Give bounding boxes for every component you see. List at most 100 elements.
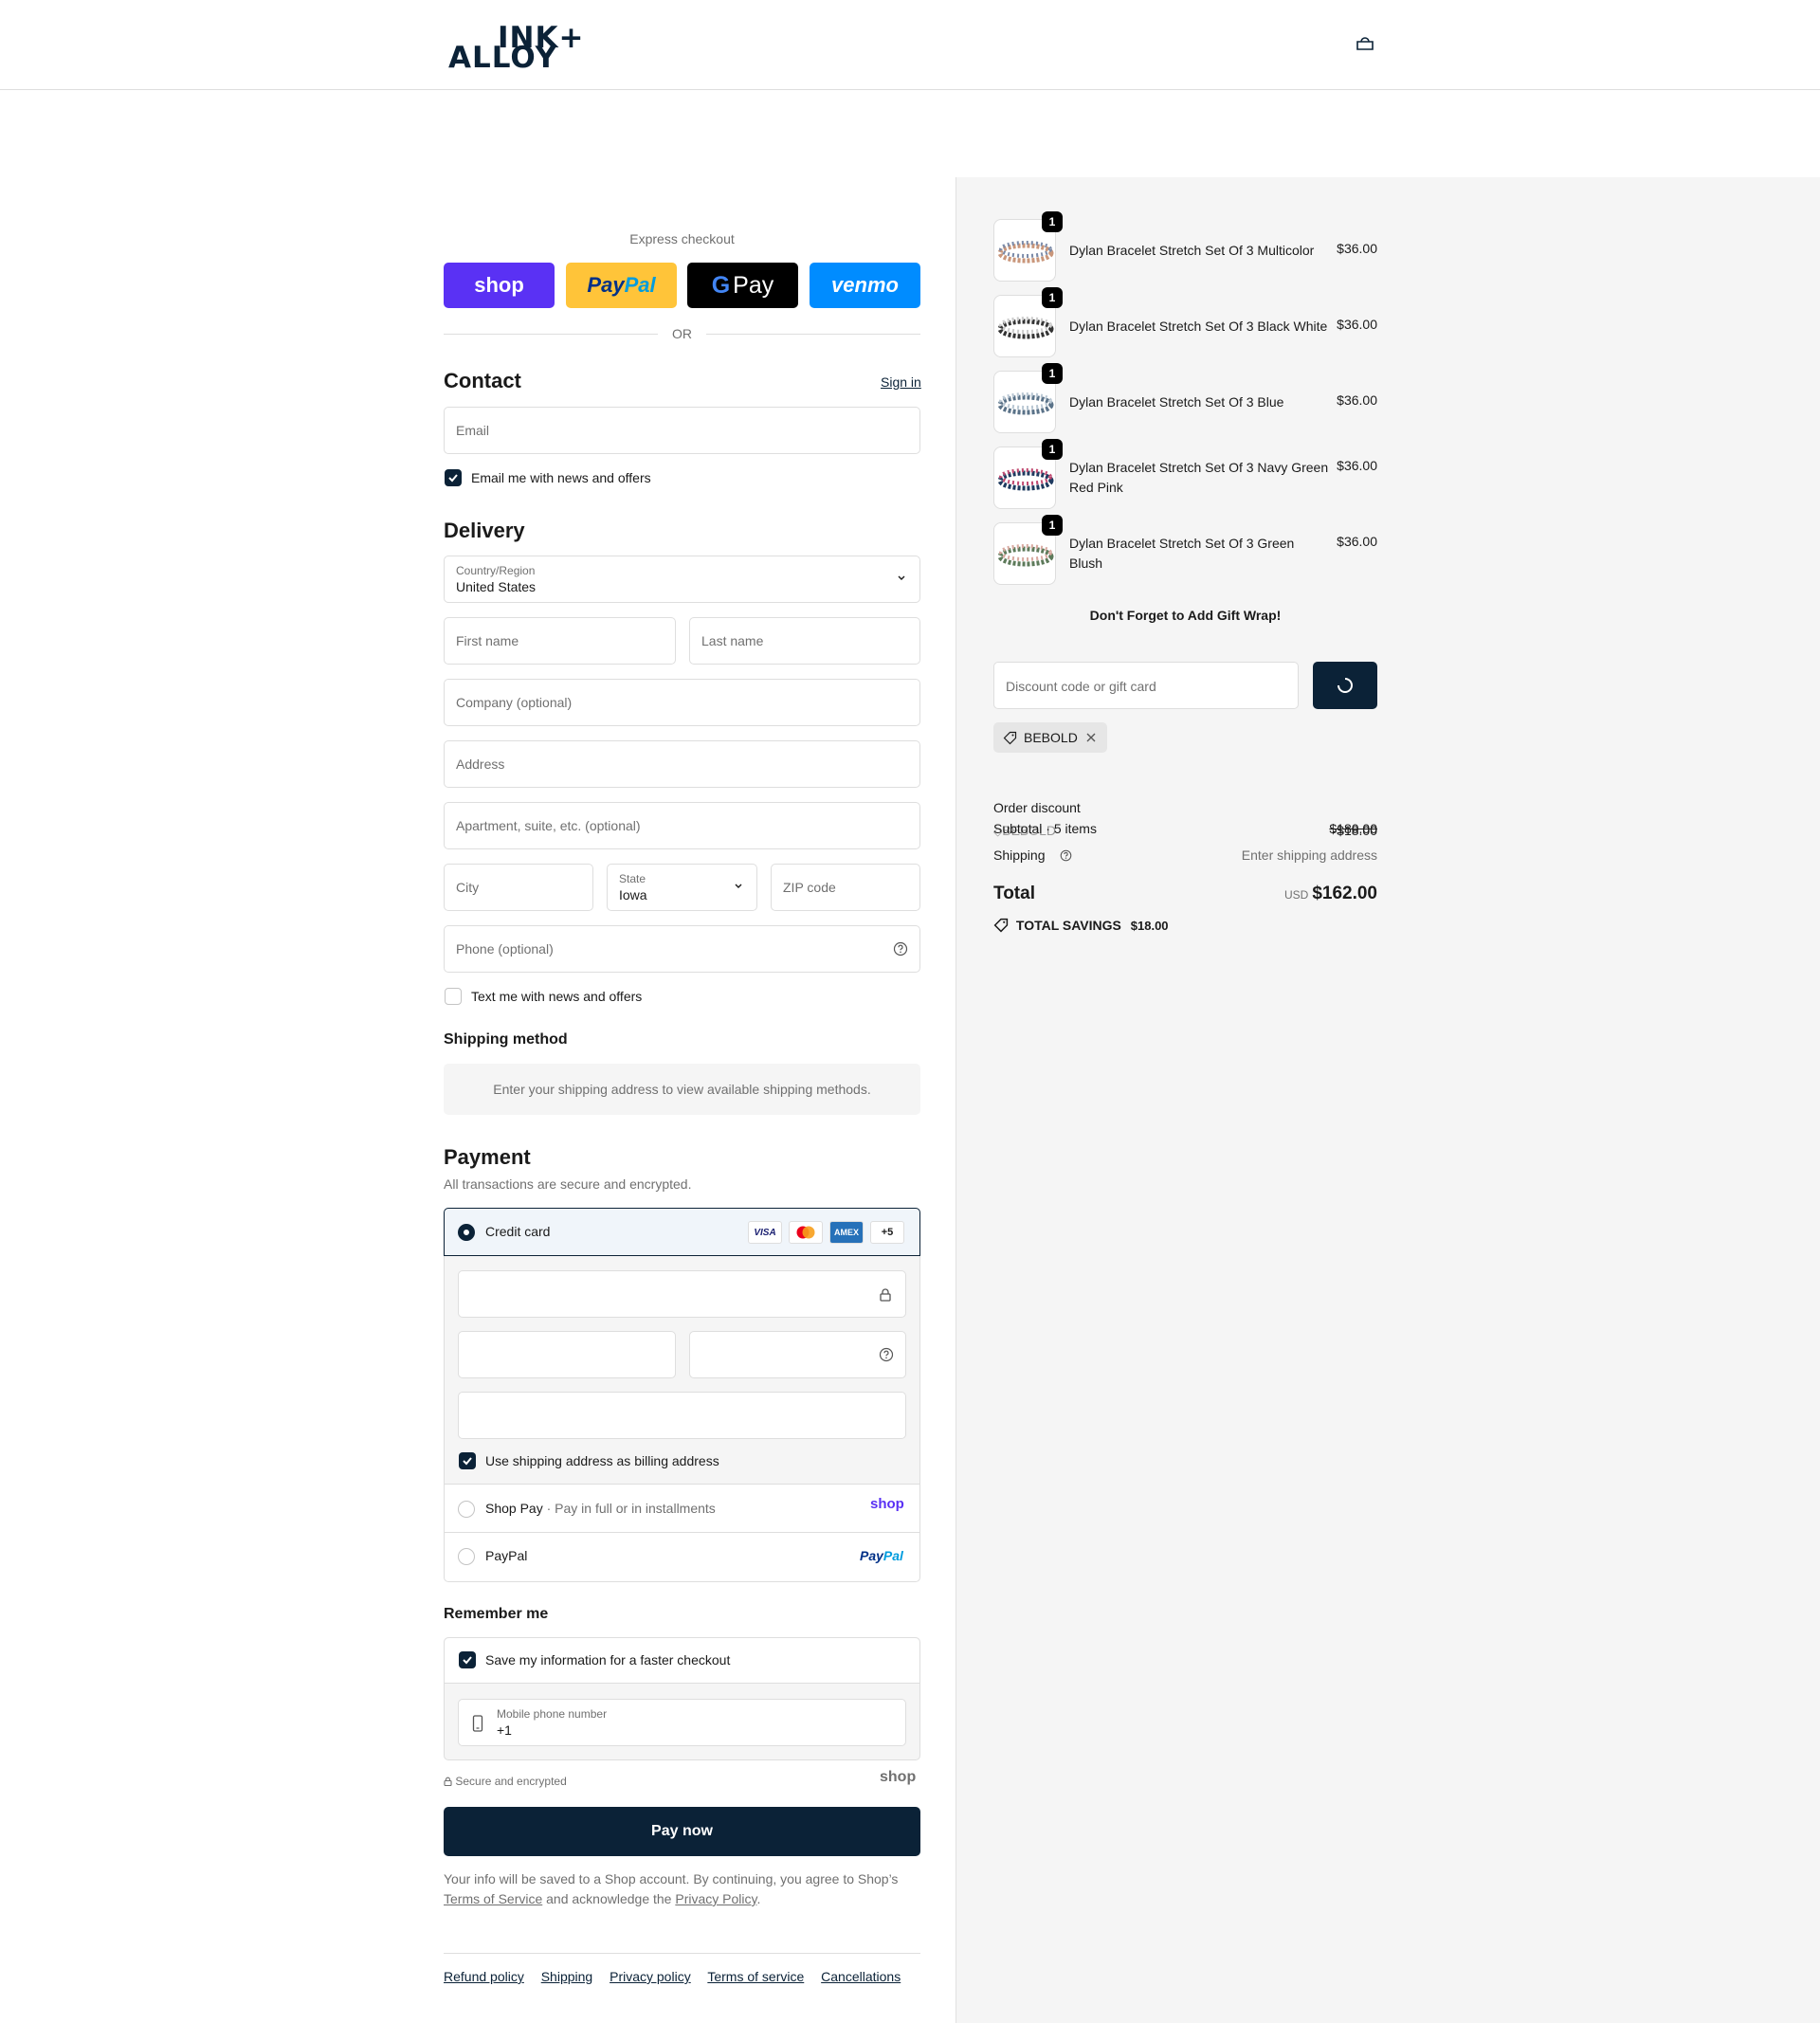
chevron-down-icon [898,575,905,580]
credit-card-radio[interactable] [458,1224,475,1241]
applied-code: BEBOLD [1024,730,1078,745]
country-select[interactable]: Country/Region United States [444,556,920,603]
save-info-checkbox[interactable] [459,1651,476,1668]
close-icon[interactable] [1085,732,1097,743]
remember-me-heading: Remember me [444,1606,549,1622]
paypal-button[interactable]: Pay Pal [566,263,677,308]
line-item: 1 Dylan Bracelet Stretch Set Of 3 Multic… [993,211,1377,282]
city-field[interactable]: City [444,864,593,911]
expiration-date-field[interactable] [458,1331,676,1378]
state-label: State [619,872,646,885]
dot-separator: · [542,1501,555,1516]
first-name-field[interactable]: First name [444,617,676,665]
state-value: Iowa [619,887,647,902]
name-on-card-field[interactable] [458,1392,906,1439]
discount-code-field[interactable]: Discount code or gift card [993,662,1299,709]
zip-field[interactable]: ZIP code [771,864,920,911]
help-icon[interactable] [893,941,908,957]
logo-line-2: ALLOY [448,41,558,75]
paypal-logo-b: Pal [883,1548,903,1563]
quantity-badge: 1 [1042,439,1063,460]
email-news-checkbox[interactable] [445,469,462,486]
sign-in-link[interactable]: Sign in [881,374,921,390]
terms-of-service-footer-link[interactable]: Terms of service [707,1969,804,1984]
shipping-label: Shipping [993,847,1046,863]
address-field[interactable]: Address [444,740,920,788]
express-checkout-label: Express checkout [629,231,735,246]
discount-placeholder: Discount code or gift card [1006,679,1156,694]
product-name: Dylan Bracelet Stretch Set Of 3 Blue [1069,394,1284,410]
shop-pay-button[interactable]: shop [444,263,555,308]
phone-icon [472,1715,483,1732]
product-price: $36.00 [1337,241,1377,256]
google-pay-button[interactable]: G Pay [687,263,798,308]
check-icon [463,1656,472,1665]
company-field[interactable]: Company (optional) [444,679,920,726]
line-item: 1 Dylan Bracelet Stretch Set Of 3 Green … [993,515,1377,585]
total-amount: $162.00 [1312,884,1377,903]
shop-pay-radio[interactable] [458,1501,475,1518]
legal-text-1: Your info will be saved to a Shop accoun… [444,1871,899,1886]
chevron-down-icon [735,884,742,888]
line-item: 1 Dylan Bracelet Stretch Set Of 3 Blue $… [993,363,1377,433]
email-field[interactable]: Email [444,407,920,454]
quantity-badge: 1 [1042,211,1063,232]
tag-icon [1003,731,1017,745]
refund-policy-link[interactable]: Refund policy [444,1969,524,1984]
help-icon[interactable] [879,1347,894,1362]
product-name: Dylan Bracelet Stretch Set Of 3 Green Bl… [1069,536,1295,571]
last-name-field[interactable]: Last name [689,617,920,665]
product-price: $36.00 [1337,317,1377,332]
mobile-phone-field[interactable]: Mobile phone number +1 [458,1699,906,1746]
payment-divider [445,1532,919,1533]
payment-heading: Payment [444,1145,531,1169]
apply-discount-button[interactable] [1313,662,1377,709]
save-info-label: Save my information for a faster checkou… [485,1652,731,1668]
secure-note: Secure and encrypted [444,1775,567,1788]
security-code-field[interactable] [689,1331,906,1378]
phone-field[interactable]: Phone (optional) [444,925,920,973]
google-g-icon: G [711,271,731,299]
address-placeholder: Address [456,756,505,772]
text-news-checkbox[interactable] [445,988,462,1005]
shopping-bag-icon[interactable] [1356,36,1374,51]
help-icon[interactable] [1060,849,1072,862]
amex-icon: AMEX [829,1221,864,1244]
shipping-row: Shipping Enter shipping address [993,847,1377,863]
mobile-phone-value: +1 [497,1722,512,1738]
payment-subtitle: All transactions are secure and encrypte… [444,1176,692,1192]
visa-icon: VISA [748,1221,782,1244]
paypal-option-label[interactable]: PayPal [485,1548,527,1563]
product-name: Dylan Bracelet Stretch Set Of 3 Black Wh… [1069,319,1328,334]
state-select[interactable]: State Iowa [607,864,757,911]
product-price: $36.00 [1337,458,1377,473]
paypal-radio[interactable] [458,1548,475,1565]
phone-placeholder: Phone (optional) [456,941,554,957]
pay-now-button[interactable]: Pay now [444,1807,920,1856]
check-icon [448,474,458,483]
privacy-policy-link[interactable]: Privacy Policy [675,1891,756,1906]
total-value: USD $162.00 [1284,884,1377,904]
billing-address-label: Use shipping address as billing address [485,1453,719,1468]
card-number-field[interactable] [458,1270,906,1318]
venmo-button[interactable]: venmo [810,263,920,308]
contact-heading: Contact [444,369,521,392]
paypal-logo-a: Pay [860,1548,883,1563]
footer-divider [444,1953,920,1954]
legal-period: . [756,1891,761,1906]
cancellations-link[interactable]: Cancellations [821,1969,901,1984]
billing-address-checkbox[interactable] [459,1452,476,1469]
brand-logo[interactable]: INK+ ALLOY [448,23,611,73]
more-cards-badge: +5 [870,1221,904,1244]
privacy-policy-footer-link[interactable]: Privacy policy [610,1969,691,1984]
spinner-icon [1338,678,1353,693]
product-price: $36.00 [1337,534,1377,549]
lock-icon [444,1777,452,1787]
shop-pay-option[interactable]: Shop Pay · Pay in full or in installment… [485,1501,716,1516]
terms-of-service-link[interactable]: Terms of Service [444,1891,542,1906]
product-name: Dylan Bracelet Stretch Set Of 3 Multicol… [1069,243,1315,258]
shipping-link[interactable]: Shipping [541,1969,593,1984]
apartment-placeholder: Apartment, suite, etc. (optional) [456,818,641,833]
shipping-value: Enter shipping address [1241,847,1377,863]
apartment-field[interactable]: Apartment, suite, etc. (optional) [444,802,920,849]
